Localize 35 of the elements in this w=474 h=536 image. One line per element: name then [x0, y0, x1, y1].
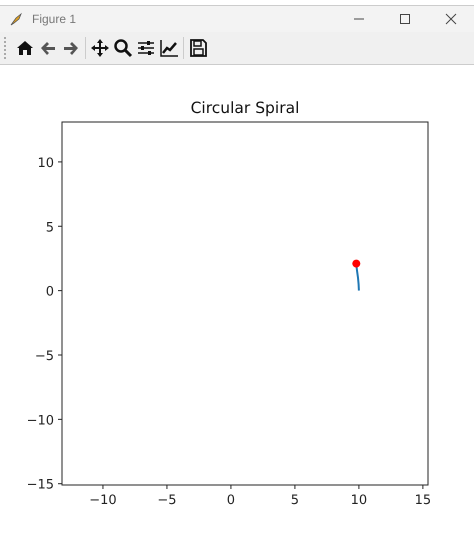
- tick-mark: [58, 161, 62, 162]
- home-icon[interactable]: [15, 38, 35, 58]
- x-tick-label: 10: [350, 493, 368, 508]
- tick-mark: [58, 483, 62, 484]
- move-icon[interactable]: [90, 38, 110, 58]
- line-chart-icon[interactable]: [159, 38, 179, 58]
- point-marker: [352, 260, 360, 268]
- y-tick-label: −5: [34, 349, 54, 364]
- tick-mark: [58, 418, 62, 420]
- tick-mark: [422, 484, 424, 490]
- feather-icon: [8, 11, 24, 27]
- y-tick-label: −15: [26, 478, 54, 493]
- tick-mark: [58, 354, 62, 356]
- tick-mark: [102, 484, 104, 490]
- x-tick-label: 5: [290, 493, 300, 508]
- y-tick-label: −10: [26, 413, 54, 428]
- tick-mark: [294, 484, 296, 490]
- spiral-line: [355, 264, 360, 291]
- y-tick-label: 5: [46, 220, 54, 236]
- x-tick-label: 0: [226, 493, 236, 508]
- tick-mark: [166, 484, 168, 490]
- tick-mark: [230, 484, 232, 490]
- chart-title: Circular Spiral: [190, 99, 300, 117]
- save-icon[interactable]: [188, 38, 208, 58]
- x-tick-label: −5: [157, 493, 177, 508]
- tick-mark: [358, 484, 360, 490]
- search-icon[interactable]: [113, 38, 133, 58]
- sliders-icon[interactable]: [136, 38, 156, 58]
- y-tick-label: 0: [46, 284, 54, 300]
- x-tick-label: −10: [89, 493, 117, 508]
- window-title: Figure 1: [32, 12, 76, 26]
- x-tick-label: 15: [414, 493, 432, 508]
- tick-mark: [58, 290, 62, 292]
- tick-mark: [58, 226, 62, 227]
- y-tick-label: 10: [37, 156, 54, 171]
